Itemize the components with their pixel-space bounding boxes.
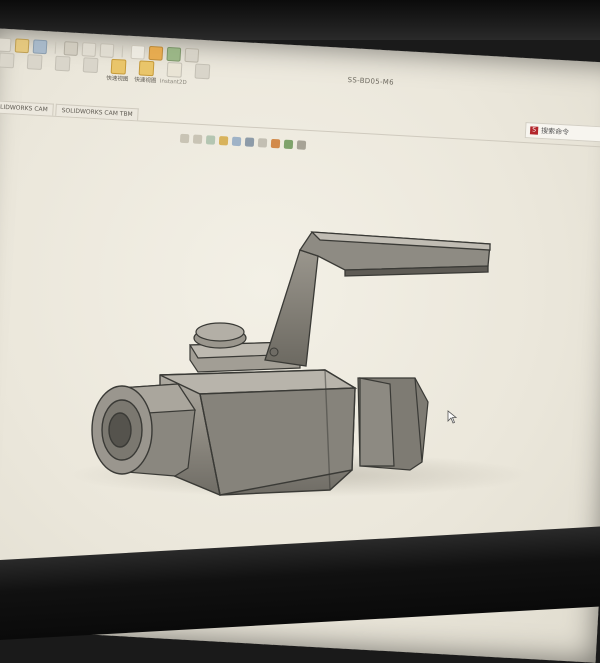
- document-title: SS-BD05-M6: [347, 76, 395, 87]
- ribbon-command-label: 快速视图: [134, 77, 157, 85]
- heads-up-view-toolbar: [179, 131, 307, 152]
- scene-icon[interactable]: [283, 139, 294, 149]
- sketch-icon: [26, 54, 43, 70]
- valve-handle: [264, 231, 491, 367]
- graphics-area[interactable]: [60, 170, 540, 530]
- hide-show-icon[interactable]: [257, 137, 268, 148]
- undo-icon[interactable]: [81, 42, 97, 57]
- redo-icon[interactable]: [99, 43, 115, 58]
- view-icon: [82, 57, 98, 74]
- zoom-area-icon[interactable]: [192, 134, 203, 144]
- instant2d-icon: [166, 61, 182, 78]
- print-icon[interactable]: [63, 41, 79, 56]
- file-properties-icon[interactable]: [166, 46, 182, 62]
- previous-view-icon[interactable]: [205, 134, 216, 145]
- toolbar-separator: [54, 41, 57, 54]
- save-icon[interactable]: [32, 39, 48, 55]
- quick-view-2-icon: [138, 60, 154, 77]
- mouse-cursor-icon: [447, 410, 457, 424]
- ball-valve-model: [70, 231, 530, 497]
- markup-icon: [194, 63, 210, 80]
- appearance-icon[interactable]: [270, 138, 281, 148]
- right-nut: [357, 377, 429, 471]
- rebuild-icon[interactable]: [148, 45, 164, 61]
- select-arrow-icon[interactable]: [130, 44, 146, 60]
- zoom-to-fit-icon[interactable]: [179, 133, 190, 143]
- section-view-icon[interactable]: [218, 135, 229, 145]
- view-orientation-icon[interactable]: [231, 136, 242, 146]
- view-settings-icon[interactable]: [296, 139, 307, 150]
- left-port: [91, 385, 153, 475]
- open-file-icon[interactable]: [14, 38, 30, 54]
- ribbon-command-label: Instant2D: [159, 78, 187, 87]
- quick-view-icon: [110, 58, 126, 75]
- tab-solidworks-cam[interactable]: SOLIDWORKS CAM: [0, 99, 55, 116]
- feature-icon: [54, 55, 71, 72]
- options-gear-icon[interactable]: [184, 47, 200, 63]
- display-style-icon[interactable]: [244, 136, 255, 147]
- handle-bolt: [269, 347, 279, 357]
- toolbar-separator: [121, 45, 124, 58]
- new-file-icon[interactable]: [0, 37, 12, 53]
- gear-icon: [0, 52, 15, 69]
- ribbon-command-label: 快速视图: [106, 75, 129, 83]
